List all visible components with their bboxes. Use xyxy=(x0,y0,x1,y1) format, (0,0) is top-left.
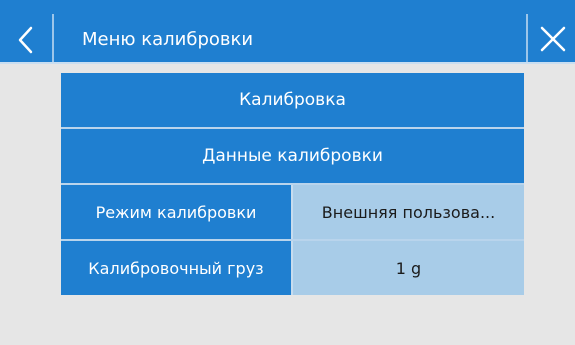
header-divider-left xyxy=(52,14,54,62)
calibration-weight-value[interactable]: 1 g xyxy=(291,241,524,295)
setting-row-calibration-mode[interactable]: Режим калибровки Внешняя пользова... xyxy=(61,185,524,239)
close-icon xyxy=(538,24,568,54)
header-bar: Меню калибровки xyxy=(0,0,575,64)
setting-label: Калибровочный груз xyxy=(61,241,291,295)
page-title: Меню калибровки xyxy=(82,29,254,50)
chevron-left-icon xyxy=(16,25,36,55)
back-button[interactable] xyxy=(0,14,52,66)
calibration-menu-screen: Меню калибровки Калибровка Данные калибр… xyxy=(0,0,575,345)
calibration-mode-value[interactable]: Внешняя пользова... xyxy=(291,185,524,239)
close-button[interactable] xyxy=(528,14,575,64)
menu-item-calibration-data[interactable]: Данные калибровки xyxy=(61,129,524,183)
menu-item-calibration[interactable]: Калибровка xyxy=(61,73,524,127)
setting-label: Режим калибровки xyxy=(61,185,291,239)
menu-item-label: Калибровка xyxy=(239,90,346,110)
menu-item-label: Данные калибровки xyxy=(202,146,383,166)
setting-row-calibration-weight[interactable]: Калибровочный груз 1 g xyxy=(61,241,524,295)
